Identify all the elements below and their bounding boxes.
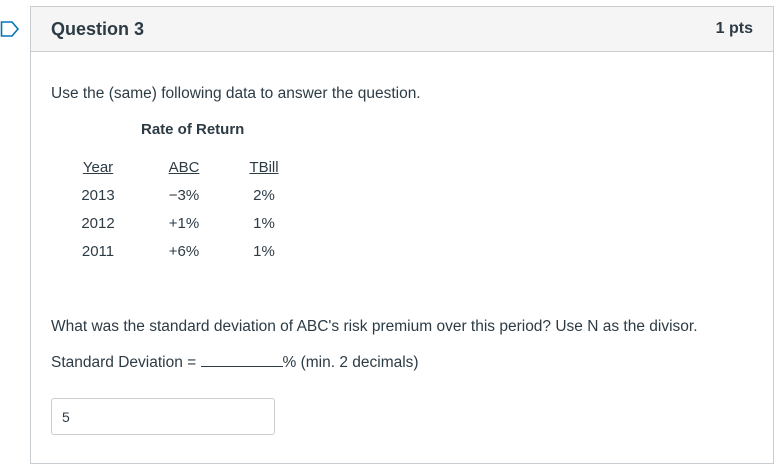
question-intro: Use the (same) following data to answer … <box>51 85 421 102</box>
rate-table-title: Rate of Return <box>141 121 245 138</box>
table-cell-year: 2012 <box>81 215 115 232</box>
table-cell-tbill: 1% <box>253 243 275 260</box>
table-cell-tbill: 2% <box>253 187 275 204</box>
question-title: Question 3 <box>51 18 145 39</box>
table-cell-tbill: 1% <box>253 215 275 232</box>
standard-deviation-line: Standard Deviation = % (min. 2 decimals) <box>51 353 419 372</box>
table-header-year: Year <box>82 159 114 176</box>
table-cell-year: 2011 <box>81 243 115 260</box>
sd-blank <box>200 353 283 367</box>
table-cell-year: 2013 <box>81 187 115 204</box>
table-cell-abc: +6% <box>168 243 200 260</box>
sd-suffix: % (min. 2 decimals) <box>282 354 419 371</box>
bookmark-flag-icon[interactable] <box>0 19 20 39</box>
question-points: 1 pts <box>715 20 753 37</box>
question-card: Question 3 1 pts Use the (same) followin… <box>30 6 774 464</box>
table-header-tbill: TBill <box>249 159 279 176</box>
table-cell-abc: −3% <box>168 187 200 204</box>
table-header-abc: ABC <box>168 159 200 176</box>
answer-input[interactable] <box>51 398 275 435</box>
sd-label: Standard Deviation = <box>51 354 201 371</box>
table-cell-abc: +1% <box>168 215 200 232</box>
question-prompt: What was the standard deviation of ABC's… <box>51 318 698 335</box>
question-header: Question 3 1 pts <box>31 7 773 52</box>
